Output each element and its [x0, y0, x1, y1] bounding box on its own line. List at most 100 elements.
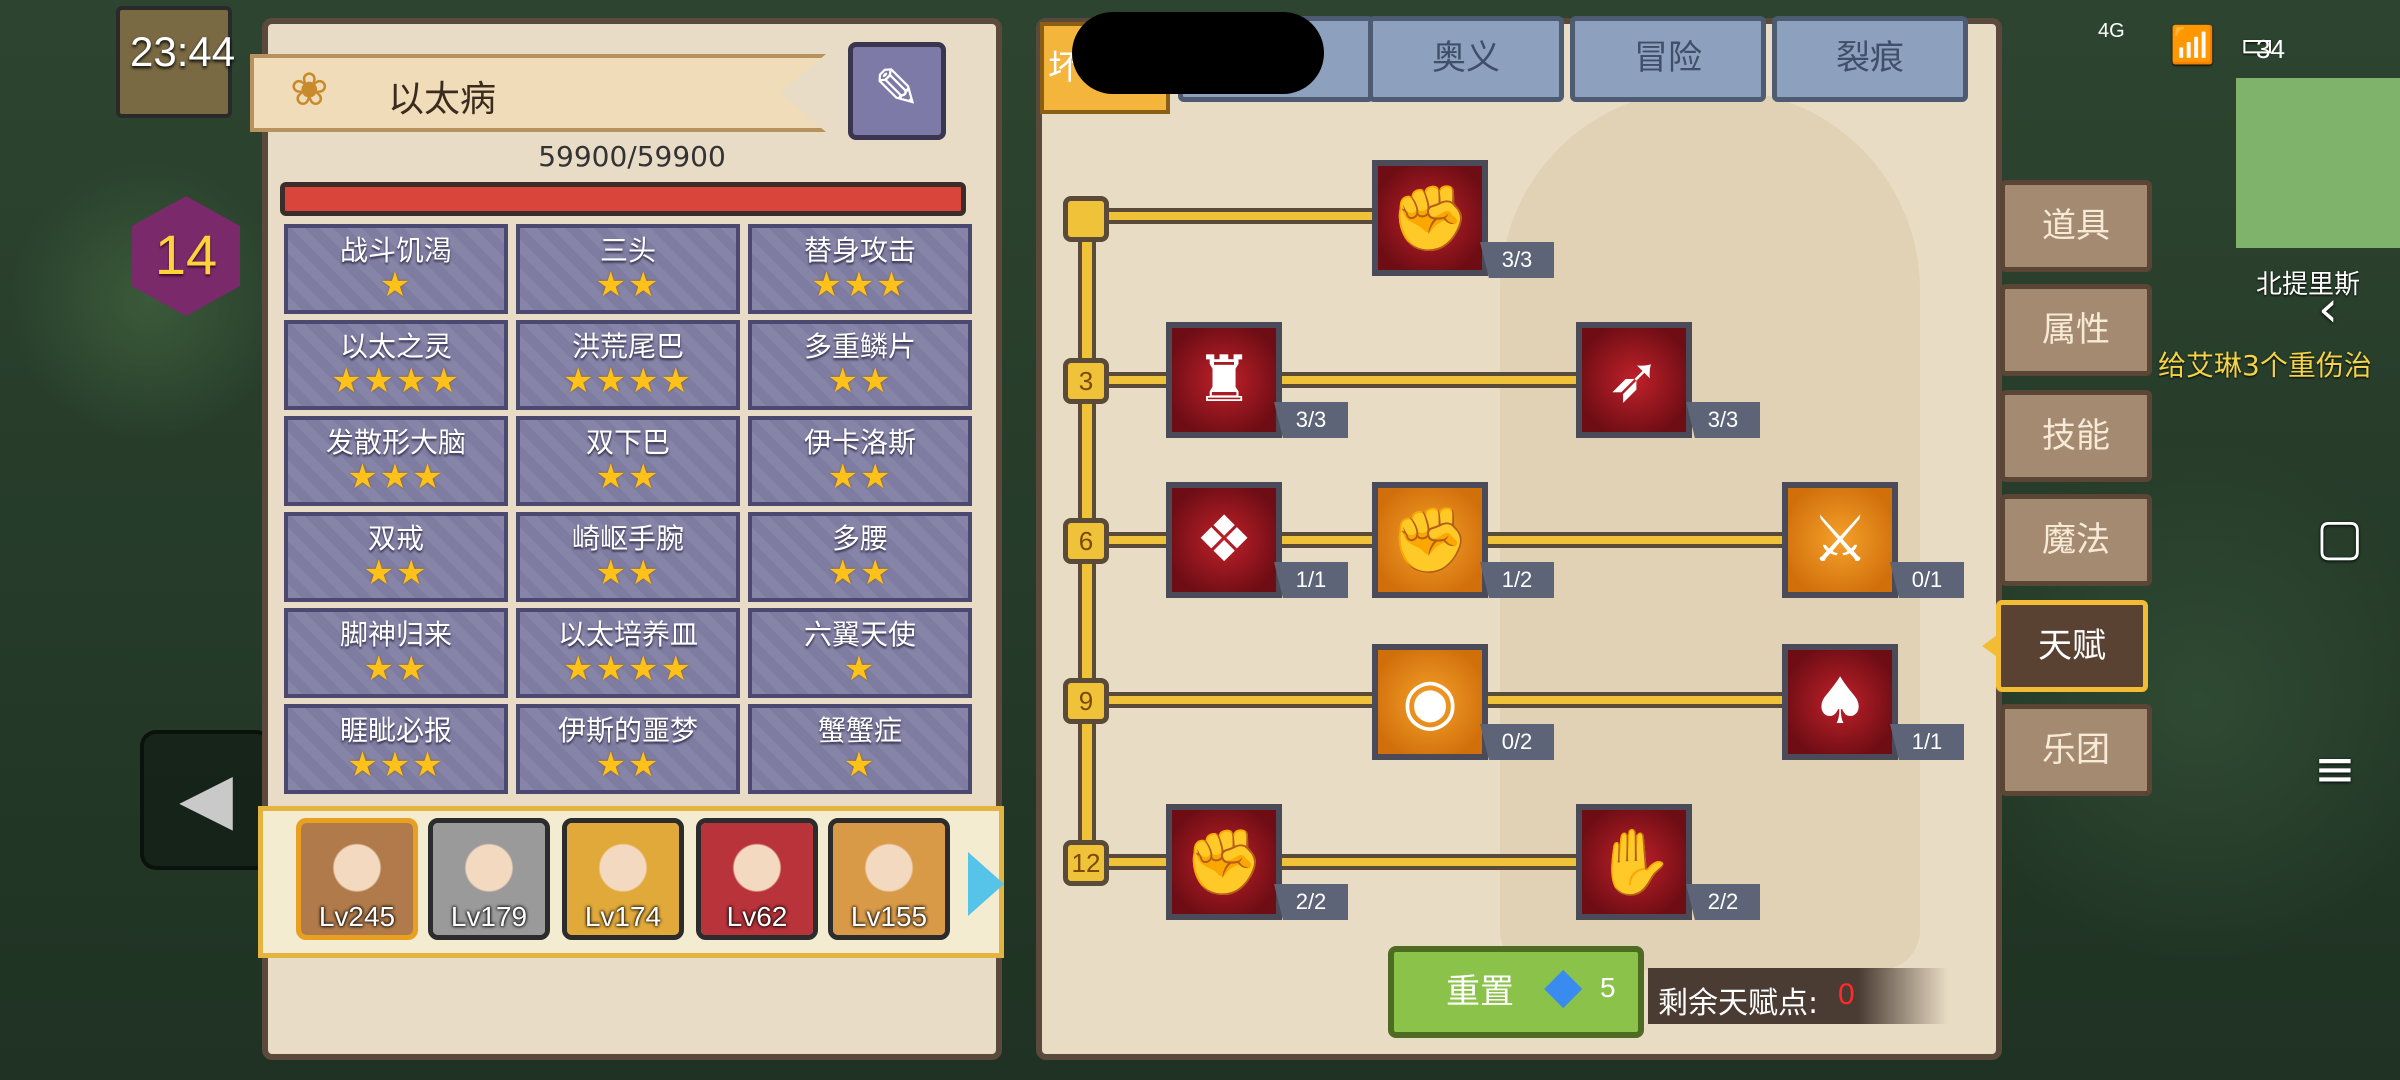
trait-name: 脚神归来 [339, 618, 452, 651]
talent-fist[interactable]: ✊ [1166, 804, 1282, 920]
trait-card[interactable]: 以太培养皿 ★★★★ [516, 608, 740, 698]
trait-card[interactable]: 以太之灵 ★★★★ [284, 320, 508, 410]
trait-card[interactable]: 伊斯的噩梦 ★★ [516, 704, 740, 794]
trait-name: 睚眦必报 [339, 714, 452, 747]
party-next-arrow-icon[interactable] [968, 852, 1004, 916]
character-name-ribbon [250, 54, 826, 132]
trait-card[interactable]: 多重鳞片 ★★ [748, 320, 972, 410]
menu-talent[interactable]: 天赋 [1996, 600, 2148, 692]
ether-disease-icon: ❀ [290, 62, 329, 116]
back-nav-icon[interactable]: ‹ [2318, 280, 2338, 338]
party-member-level: Lv62 [726, 901, 788, 932]
trait-card[interactable]: 脚神归来 ★★ [284, 608, 508, 698]
talent-points-value: 0 [1838, 978, 1855, 1011]
trait-stars: ★★★★ [563, 361, 693, 401]
map-name: 北提里斯 [2256, 270, 2361, 300]
trait-name: 伊斯的噩梦 [557, 714, 698, 747]
dpad-left-button[interactable]: ◀ [140, 730, 272, 870]
trait-stars: ★★ [827, 457, 893, 497]
trait-stars: ★★ [595, 457, 661, 497]
hp-bar [280, 182, 966, 216]
trait-card[interactable]: 替身攻击 ★★★ [748, 224, 972, 314]
minimap[interactable] [2236, 78, 2400, 248]
reset-cost: 5 [1600, 972, 1616, 1003]
trait-stars: ★★★ [811, 265, 909, 305]
trait-name: 以太培养皿 [557, 618, 698, 651]
quest-tracker-text[interactable]: 给艾琳3个重伤治 [2158, 344, 2372, 384]
trait-card[interactable]: 发散形大脑 ★★★ [284, 416, 508, 506]
trait-card[interactable]: 伊卡洛斯 ★★ [748, 416, 972, 506]
menu-attributes[interactable]: 属性 [2000, 284, 2152, 376]
trait-stars: ★★★ [347, 457, 445, 497]
trait-card[interactable]: 蟹蟹症 ★ [748, 704, 972, 794]
trait-card[interactable]: 崎岖手腕 ★★ [516, 512, 740, 602]
party-member-level: Lv245 [318, 901, 396, 932]
trait-name: 洪荒尾巴 [571, 330, 684, 363]
character-name: 以太病 [388, 79, 497, 120]
trait-card[interactable]: 战斗饥渴 ★ [284, 224, 508, 314]
talent-branch-12 [1080, 854, 1600, 870]
trait-name: 多腰 [831, 522, 888, 555]
trait-name: 替身攻击 [803, 234, 916, 267]
trait-card[interactable]: 双下巴 ★★ [516, 416, 740, 506]
trait-card[interactable]: 洪荒尾巴 ★★★★ [516, 320, 740, 410]
menu-skills[interactable]: 技能 [2000, 390, 2152, 482]
talent-progress: 0/1 [1890, 562, 1964, 598]
talent-progress: 3/3 [1274, 402, 1348, 438]
party-member-level: Lv174 [584, 901, 662, 932]
talent-arm-wrestle[interactable]: ✊ [1372, 160, 1488, 276]
talent-blade-slash[interactable]: ⚔ [1782, 482, 1898, 598]
party-member[interactable]: Lv245 [296, 818, 418, 940]
talent-progress: 2/2 [1686, 884, 1760, 920]
recents-nav-icon[interactable]: ≡ [2314, 740, 2356, 798]
talent-level-node: 6 [1063, 518, 1109, 564]
party-member[interactable]: Lv174 [562, 818, 684, 940]
trait-name: 六翼天使 [803, 618, 916, 651]
talent-progress: 1/1 [1890, 724, 1964, 760]
talent-branch-3 [1080, 372, 1600, 388]
talent-muscle-body[interactable]: ♜ [1166, 322, 1282, 438]
trait-card[interactable]: 双戒 ★★ [284, 512, 508, 602]
talent-progress: 1/1 [1274, 562, 1348, 598]
trait-name: 三头 [599, 234, 656, 267]
talent-fist-slash[interactable]: ✋ [1576, 804, 1692, 920]
trait-name: 伊卡洛斯 [803, 426, 916, 459]
tab-ougi[interactable]: 奥义 [1368, 16, 1564, 102]
trait-stars: ★ [379, 265, 413, 305]
party-member[interactable]: Lv155 [828, 818, 950, 940]
trait-card[interactable]: 睚眦必报 ★★★ [284, 704, 508, 794]
talent-branch-0 [1080, 208, 1380, 224]
tab-adventure[interactable]: 冒险 [1570, 16, 1766, 102]
menu-items[interactable]: 道具 [2000, 180, 2152, 272]
talent-level-node: 9 [1063, 678, 1109, 724]
trait-stars: ★★★★ [331, 361, 461, 401]
syringe-icon[interactable]: ✎ [848, 42, 946, 140]
trait-card[interactable]: 多腰 ★★ [748, 512, 972, 602]
status-clock: 23:44 [130, 28, 236, 75]
talent-ripple[interactable]: ◉ [1372, 644, 1488, 760]
talent-progress: 3/3 [1480, 242, 1554, 278]
gem-icon: ◆ [1544, 956, 1583, 1014]
trait-stars: ★★ [827, 553, 893, 593]
hp-text: 59900/59900 [538, 140, 726, 173]
trait-name: 双戒 [367, 522, 424, 555]
talent-demon-wings[interactable]: ♠ [1782, 644, 1898, 760]
trait-card[interactable]: 六翼天使 ★ [748, 608, 972, 698]
home-nav-icon[interactable]: ▢ [2316, 508, 2363, 566]
talent-card-dash[interactable]: ❖ [1166, 482, 1282, 598]
talent-punch[interactable]: ✊ [1372, 482, 1488, 598]
talent-root-node [1063, 196, 1109, 242]
trait-name: 双下巴 [585, 426, 670, 459]
menu-band[interactable]: 乐团 [2000, 704, 2152, 796]
talent-points-label: 剩余天赋点: [1658, 986, 1819, 1021]
talent-arrow-strike[interactable]: ➶ [1576, 322, 1692, 438]
trait-card[interactable]: 三头 ★★ [516, 224, 740, 314]
party-member[interactable]: Lv179 [428, 818, 550, 940]
tab-rift[interactable]: 裂痕 [1772, 16, 1968, 102]
party-member-level: Lv179 [450, 901, 528, 932]
party-member[interactable]: Lv62 [696, 818, 818, 940]
talent-progress: 1/2 [1480, 562, 1554, 598]
talent-level-node: 3 [1063, 358, 1109, 404]
trait-stars: ★★ [595, 745, 661, 785]
menu-magic[interactable]: 魔法 [2000, 494, 2152, 586]
